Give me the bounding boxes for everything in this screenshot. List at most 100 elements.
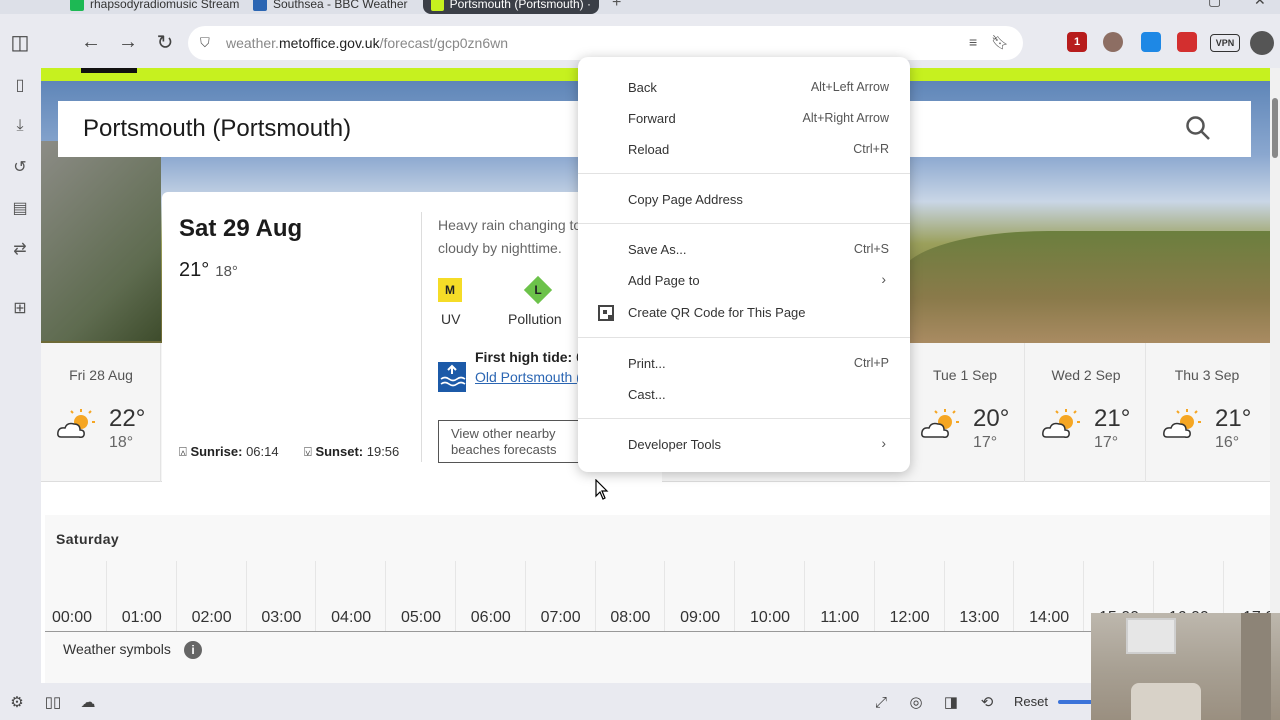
mouse-cursor-icon [595,479,609,500]
adblock-extension-icon[interactable]: 1 [1067,32,1087,52]
menu-item-developer-tools[interactable]: Developer Tools › [578,432,910,458]
hour-label: 03:00 [261,609,302,626]
day-low: 18° [109,434,134,451]
pollution-label: Pollution [508,311,562,327]
sun-cloud-icon [1163,409,1201,438]
vpn-button[interactable]: VPN [1210,34,1240,52]
hour-cell: 06:00 [456,561,526,631]
menu-item-label: Back [628,80,657,95]
bookmark-icon[interactable]: 🔖︎ [991,34,1009,51]
search-icon[interactable] [1185,115,1211,141]
card-divider [421,212,422,462]
url-prefix: weather. [226,35,279,51]
day-low: 16° [1215,434,1240,451]
menu-item-reload[interactable]: Reload Ctrl+R [578,137,910,163]
tab-label: Portsmouth (Portsmouth) · [449,0,591,11]
hour-cell: 07:00 [526,561,596,631]
hour-cell: 12:00 [875,561,945,631]
page-actions-icon[interactable]: ⟲ [977,692,997,712]
hour-cell: 08:00 [595,561,666,631]
panel-toggle-icon[interactable]: ▯▯ [43,692,63,712]
menu-item-cast[interactable]: Cast... [578,382,910,408]
day-card-tue[interactable]: Tue 1 Sep 20° 17° [905,343,1025,482]
day-card-wed[interactable]: Wed 2 Sep 21° 17° [1026,343,1146,482]
pdf-extension-icon[interactable] [1177,32,1197,52]
new-tab-button[interactable]: + [612,0,621,12]
hour-cell: 02:00 [177,561,247,631]
hero-rock [41,141,161,341]
hour-label: 08:00 [610,609,651,626]
hour-cell: 05:00 [386,561,456,631]
hour-label: 11:00 [820,609,860,626]
maximize-icon[interactable]: ▢ [1208,0,1221,9]
sync-icon[interactable]: ☁ [78,692,98,712]
hour-label: 05:00 [400,609,442,626]
menu-item-copy-address[interactable]: Copy Page Address [578,187,910,213]
history-icon[interactable]: ↺ [9,156,31,178]
sunset-time: 19:56 [366,444,400,459]
notes-icon[interactable]: ▤ [9,197,31,219]
shield-extension-icon[interactable] [1141,32,1161,52]
menu-item-shortcut: Alt+Right Arrow [802,111,890,125]
day-low: 17° [1094,434,1119,451]
day-card-thu[interactable]: Thu 3 Sep 21° 16° [1147,343,1267,482]
reload-icon[interactable]: ↻ [154,31,176,54]
menu-item-save-as[interactable]: Save As... Ctrl+S [578,237,910,263]
day-card-fri[interactable]: Fri 28 Aug 22° 18° [41,343,161,482]
uv-badge: M [438,278,462,302]
reader-icon[interactable]: ≡ [969,34,977,51]
tab-rhapsody[interactable]: rhapsodyradiomusic Stream [62,0,247,14]
day-high: 21° [1215,405,1252,432]
chevron-right-icon: › [881,435,886,451]
scrollbar-thumb[interactable] [1272,98,1278,158]
menu-item-shortcut: Alt+Left Arrow [810,80,889,94]
add-panel-icon[interactable]: ⊞ [9,297,31,319]
close-window-icon[interactable]: ✕ [1254,0,1266,9]
day-name: Wed 2 Sep [1051,367,1121,383]
nearby-beaches-button[interactable]: View other nearby beaches forecasts [438,420,588,463]
downloads-icon[interactable]: ⤓ [9,115,31,137]
address-bar[interactable]: ⛉ weather. metoffice.gov.uk/forecast/gcp0… [188,26,1023,60]
menu-item-shortcut: Ctrl+R [853,142,889,156]
tab-bbc-weather[interactable]: Southsea - BBC Weather [245,0,416,14]
hour-label: 12:00 [889,609,930,626]
menu-item-print[interactable]: Print... Ctrl+P [578,351,910,377]
hour-row: 00:00 01:00 02:00 03:00 04:00 05:00 06:00 07:00… [45,561,1270,632]
bookmarks-icon[interactable]: ▯ [9,74,31,96]
hour-label: 09:00 [680,609,721,626]
menu-separator [578,223,910,224]
pollution-badge: L [526,278,550,302]
sidebar-toggle-icon[interactable]: ◫ [9,31,31,54]
today-temps: 21° 18° [179,259,238,282]
hour-cell: 01:00 [107,561,177,631]
tide-location-link[interactable]: Old Portsmouth (Victoria Pier) (B [475,368,585,387]
sunset-info: ⍌ Sunset: 19:56 [304,444,399,460]
menu-item-back[interactable]: Back Alt+Left Arrow [578,75,910,101]
profile-avatar[interactable] [1250,31,1274,55]
menu-item-add-page-to[interactable]: Add Page to › [578,268,910,294]
settings-icon[interactable]: ⚙ [7,692,27,712]
day-name: Tue 1 Sep [932,367,998,383]
hour-cell: 09:00 [665,561,736,631]
menu-item-label: Reload [628,142,670,157]
sun-cloud-icon [921,409,959,438]
zoom-reset-button[interactable]: Reset [1014,694,1048,709]
day-high: 22° [109,405,146,432]
menu-item-label: Copy Page Address [628,192,743,207]
site-info-icon[interactable]: ⛉ [200,35,216,51]
cookie-extension-icon[interactable] [1103,32,1123,52]
info-icon[interactable]: i [184,641,202,659]
screenshot-icon[interactable]: ◎ [906,692,926,712]
tab-metoffice[interactable]: Portsmouth (Portsmouth) · [423,0,599,14]
hour-label: 10:00 [749,609,791,626]
translate-icon[interactable]: ⇄ [9,238,31,260]
menu-item-forward[interactable]: Forward Alt+Right Arrow [578,106,910,132]
back-icon[interactable]: ← [80,31,102,53]
page-scrollbar[interactable] [1270,68,1280,683]
capture-icon[interactable]: ⤢ [871,692,891,712]
menu-item-qr-code[interactable]: Create QR Code for This Page [578,300,910,326]
sunset-icon: ⍌ [304,444,312,459]
forward-icon[interactable]: → [117,31,139,53]
tiling-icon[interactable]: ◨ [941,692,961,712]
menu-separator [578,418,910,419]
